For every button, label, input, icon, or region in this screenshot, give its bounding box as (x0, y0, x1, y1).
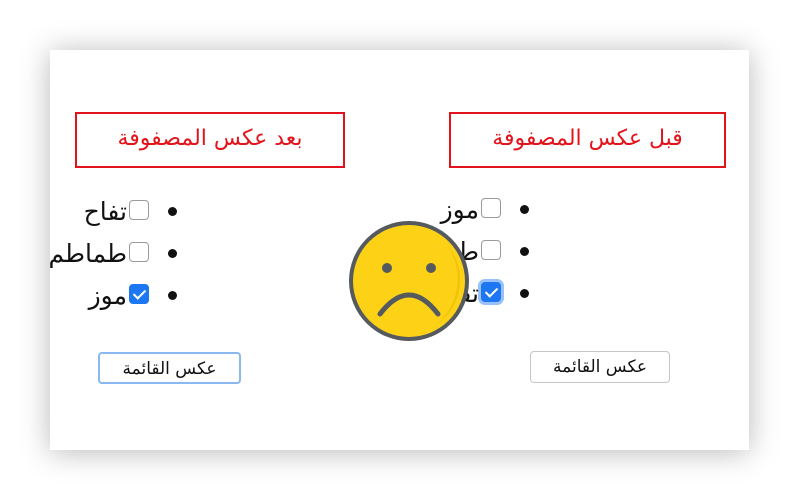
reverse-list-button-after[interactable]: عكس القائمة (98, 352, 241, 384)
item-label: طماطم (48, 239, 127, 268)
item-checkbox[interactable] (481, 198, 501, 218)
before-reverse-heading: قبل عكس المصفوفة (449, 112, 726, 168)
item-label: موز (88, 281, 127, 310)
demo-card: قبل عكس المصفوفة بعد عكس المصفوفة موز طم… (48, 50, 749, 450)
item-checkbox[interactable] (481, 240, 501, 260)
list-item: تفاح (48, 190, 177, 232)
list-item: طماطم (48, 232, 177, 274)
item-label: تفاح (83, 197, 127, 226)
sad-face-icon (344, 216, 474, 346)
item-checkbox[interactable] (129, 242, 149, 262)
after-reverse-heading: بعد عكس المصفوفة (75, 112, 345, 168)
after-list: تفاح طماطم موز (48, 190, 177, 316)
reverse-list-button-before[interactable]: عكس القائمة (530, 351, 670, 383)
item-checkbox[interactable] (481, 282, 501, 302)
list-item: موز (48, 274, 177, 316)
item-checkbox[interactable] (129, 200, 149, 220)
item-checkbox[interactable] (129, 284, 149, 304)
